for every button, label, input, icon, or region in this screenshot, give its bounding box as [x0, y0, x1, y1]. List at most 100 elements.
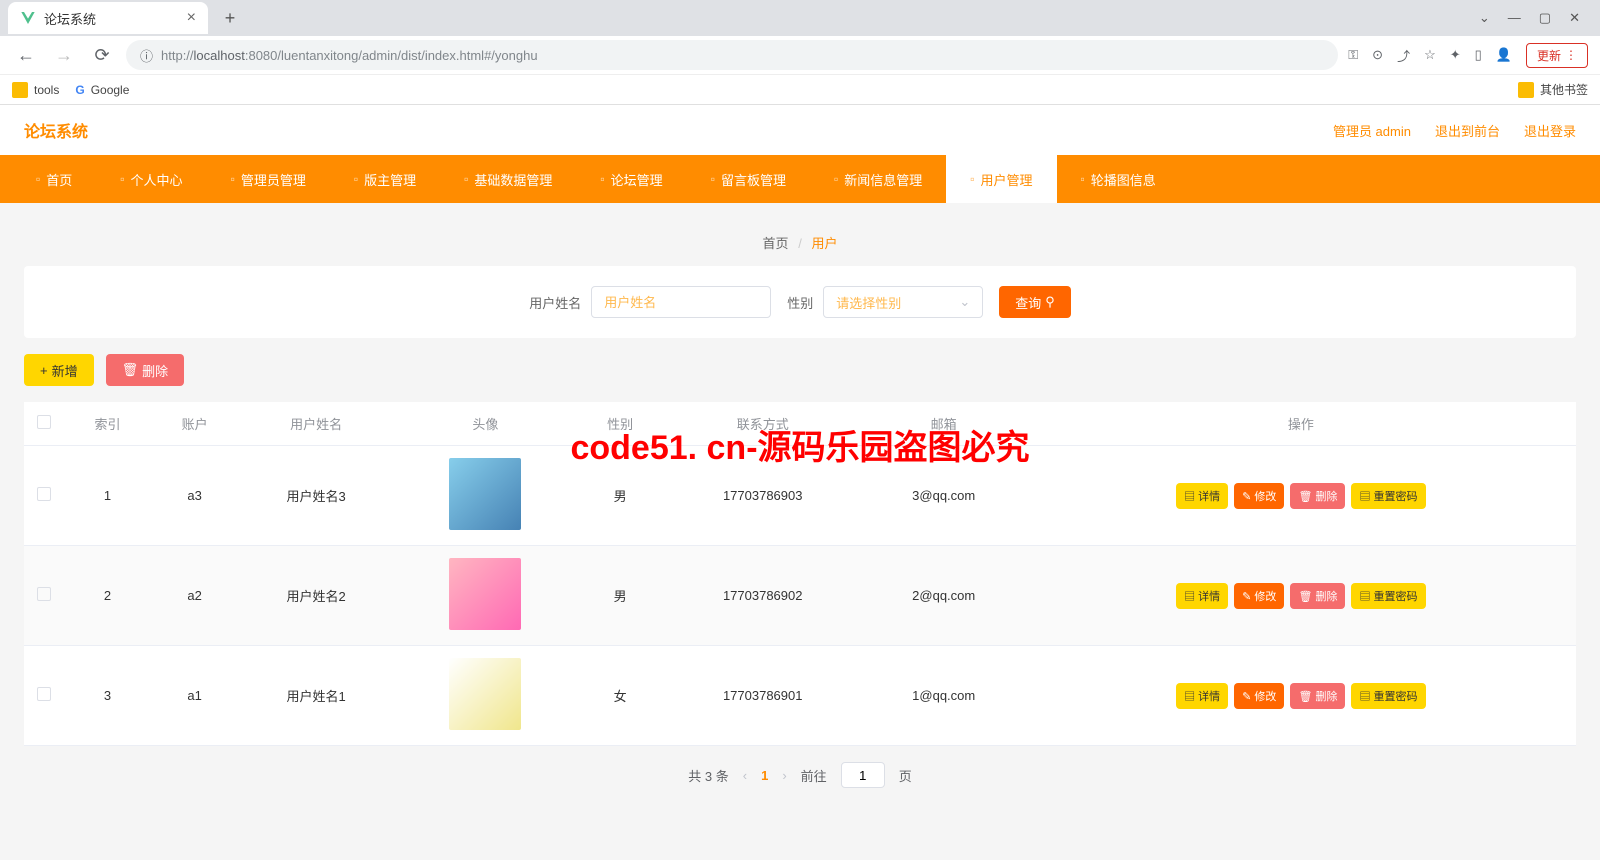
row-delete-button[interactable]: 🗑 删除	[1290, 683, 1345, 709]
column-header: 联系方式	[664, 402, 862, 446]
query-button[interactable]: 查询 ⚲	[999, 286, 1071, 318]
browser-tab[interactable]: 论坛系统 ×	[8, 2, 208, 34]
column-header: 账户	[151, 402, 238, 446]
new-tab-button[interactable]: +	[216, 8, 244, 29]
reload-button[interactable]: ⟳	[88, 45, 116, 66]
cell-phone: 17703786902	[664, 546, 862, 646]
forward-button[interactable]: →	[50, 45, 78, 66]
field-gender: 性别 请选择性别 ⌄	[787, 286, 983, 318]
toolbar-icons: ⚿ ⊙ ⤴ ☆ ✦ ▯ 👤 更新⋮	[1348, 43, 1588, 68]
admin-link[interactable]: 管理员 admin	[1333, 121, 1411, 140]
select-all-checkbox[interactable]	[37, 415, 51, 429]
nav-item-1[interactable]: ▫个人中心	[96, 155, 206, 203]
close-window-icon[interactable]: ✕	[1569, 10, 1580, 26]
close-icon[interactable]: ×	[187, 9, 196, 27]
url-input[interactable]: ⓘ http://localhost:8080/luentanxitong/ad…	[126, 40, 1338, 70]
table-row: 1a3用户姓名3男177037869033@qq.com▤ 详情✎ 修改🗑 删除…	[24, 446, 1576, 546]
back-button[interactable]: ←	[12, 45, 40, 66]
cell-index: 3	[64, 646, 151, 746]
folder-icon	[1518, 82, 1534, 98]
delete-button[interactable]: 🗑 删除	[106, 354, 185, 386]
gender-select[interactable]: 请选择性别 ⌄	[823, 286, 983, 318]
column-header: 邮箱	[862, 402, 1026, 446]
minimize-icon[interactable]: —	[1508, 10, 1521, 26]
star-icon[interactable]: ☆	[1424, 47, 1436, 63]
edit-button[interactable]: ✎ 修改	[1234, 483, 1284, 509]
breadcrumb-home[interactable]: 首页	[763, 236, 789, 251]
pagination: 共 3 条 ‹ 1 › 前往 页	[24, 746, 1576, 804]
cell-index: 1	[64, 446, 151, 546]
nav-item-6[interactable]: ▫留言板管理	[687, 155, 810, 203]
detail-button[interactable]: ▤ 详情	[1176, 483, 1228, 509]
nav-item-0[interactable]: ▫首页	[12, 155, 96, 203]
nav-item-7[interactable]: ▫新闻信息管理	[810, 155, 946, 203]
trash-icon: 🗑	[122, 362, 139, 378]
cell-index: 2	[64, 546, 151, 646]
address-bar: ← → ⟳ ⓘ http://localhost:8080/luentanxit…	[0, 36, 1600, 74]
page-1[interactable]: 1	[761, 768, 768, 783]
folder-icon	[12, 82, 28, 98]
header-links: 管理员 admin 退出到前台 退出登录	[1333, 121, 1576, 140]
nav-item-5[interactable]: ▫论坛管理	[576, 155, 686, 203]
row-delete-button[interactable]: 🗑 删除	[1290, 483, 1345, 509]
row-checkbox[interactable]	[37, 487, 51, 501]
to-front-link[interactable]: 退出到前台	[1435, 121, 1500, 140]
logout-link[interactable]: 退出登录	[1524, 121, 1576, 140]
nav-item-4[interactable]: ▫基础数据管理	[440, 155, 576, 203]
cell-gender: 男	[577, 546, 664, 646]
app-title: 论坛系统	[24, 118, 88, 142]
next-page-button[interactable]: ›	[782, 768, 786, 783]
cell-account: a2	[151, 546, 238, 646]
chevron-down-icon[interactable]: ⌄	[1479, 10, 1490, 26]
menu-icon: ▫	[1081, 172, 1085, 186]
detail-button[interactable]: ▤ 详情	[1176, 683, 1228, 709]
breadcrumb: 首页 / 用户	[24, 219, 1576, 266]
search-icon[interactable]: ⊙	[1372, 47, 1383, 63]
extensions-icon[interactable]: ✦	[1450, 47, 1461, 63]
bookmark-tools[interactable]: tools	[12, 82, 59, 98]
browser-chrome: 论坛系统 × + ⌄ — ▢ ✕ ← → ⟳ ⓘ http://localhos…	[0, 0, 1600, 105]
tab-title: 论坛系统	[44, 9, 96, 28]
avatar	[449, 458, 521, 530]
reset-pwd-button[interactable]: ▤ 重置密码	[1351, 483, 1425, 509]
profile-icon[interactable]: 👤	[1496, 47, 1512, 63]
row-checkbox[interactable]	[37, 687, 51, 701]
cell-account: a3	[151, 446, 238, 546]
goto-input[interactable]	[841, 762, 885, 788]
nav-item-3[interactable]: ▫版主管理	[330, 155, 440, 203]
detail-button[interactable]: ▤ 详情	[1176, 583, 1228, 609]
cell-name: 用户姓名3	[238, 446, 394, 546]
menu-icon: ▫	[970, 172, 974, 186]
user-table: 索引账户用户姓名头像性别联系方式邮箱操作 1a3用户姓名3男1770378690…	[24, 402, 1576, 746]
cell-phone: 17703786903	[664, 446, 862, 546]
share-icon[interactable]: ⤴	[1397, 46, 1410, 65]
cell-gender: 女	[577, 646, 664, 746]
menu-icon: ▫	[231, 172, 235, 186]
column-header: 头像	[394, 402, 576, 446]
reset-pwd-button[interactable]: ▤ 重置密码	[1351, 683, 1425, 709]
column-header: 操作	[1026, 402, 1576, 446]
nav-item-8[interactable]: ▫用户管理	[946, 155, 1056, 203]
update-button[interactable]: 更新⋮	[1526, 43, 1588, 68]
bookmark-google[interactable]: G Google	[75, 83, 129, 97]
reset-pwd-button[interactable]: ▤ 重置密码	[1351, 583, 1425, 609]
page-suffix: 页	[899, 766, 912, 785]
nav-item-9[interactable]: ▫轮播图信息	[1057, 155, 1180, 203]
row-delete-button[interactable]: 🗑 删除	[1290, 583, 1345, 609]
prev-page-button[interactable]: ‹	[743, 768, 747, 783]
row-checkbox[interactable]	[37, 587, 51, 601]
add-button[interactable]: + 新增	[24, 354, 94, 386]
key-icon[interactable]: ⚿	[1348, 47, 1358, 63]
cell-email: 3@qq.com	[862, 446, 1026, 546]
nav-item-2[interactable]: ▫管理员管理	[207, 155, 330, 203]
cell-name: 用户姓名2	[238, 546, 394, 646]
edit-button[interactable]: ✎ 修改	[1234, 683, 1284, 709]
edit-button[interactable]: ✎ 修改	[1234, 583, 1284, 609]
table-row: 3a1用户姓名1女177037869011@qq.com▤ 详情✎ 修改🗑 删除…	[24, 646, 1576, 746]
field-name: 用户姓名	[529, 286, 771, 318]
panel-icon[interactable]: ▯	[1475, 47, 1482, 63]
bookmark-other[interactable]: 其他书签	[1518, 81, 1588, 98]
vue-icon	[20, 10, 36, 26]
name-input[interactable]	[591, 286, 771, 318]
maximize-icon[interactable]: ▢	[1539, 10, 1551, 26]
